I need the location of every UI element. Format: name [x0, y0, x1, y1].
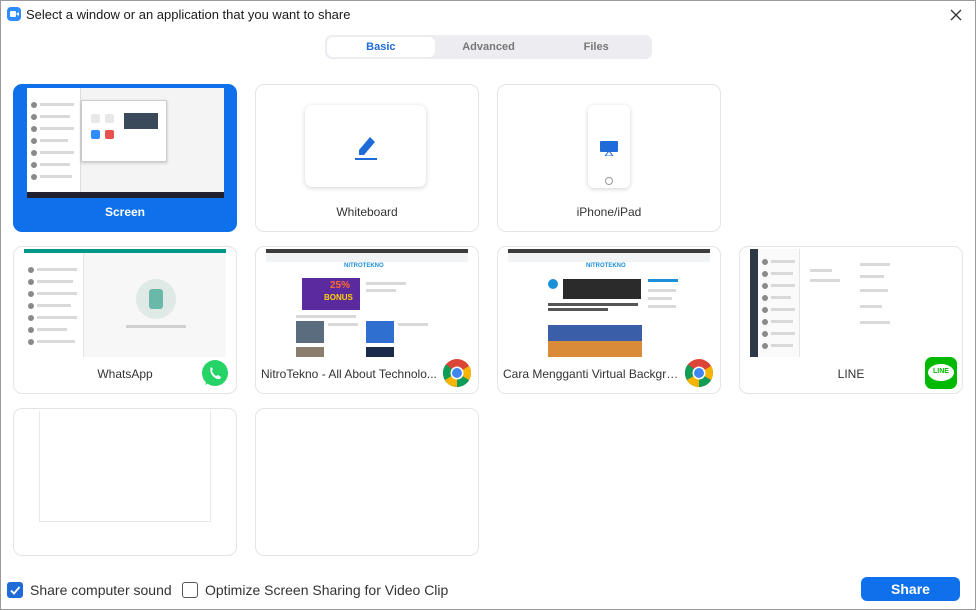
close-button[interactable] [945, 4, 967, 26]
nitrotekno-thumbnail: NITROTEKNO 25% BONUS [266, 249, 468, 357]
share-button[interactable]: Share [861, 577, 960, 601]
nitrotekno-logo: NITROTEKNO [344, 263, 384, 269]
tile-blank-window-1[interactable] [13, 408, 237, 556]
nitrotekno-logo-2: NITROTEKNO [586, 263, 626, 269]
airplay-icon [600, 141, 618, 156]
screen-thumbnail [27, 88, 224, 198]
home-button [605, 177, 613, 185]
phone-preview [588, 105, 630, 188]
tab-files[interactable]: Files [542, 37, 650, 57]
tab-advanced[interactable]: Advanced [435, 37, 543, 57]
title-bar: Select a window or an application that y… [1, 1, 975, 29]
line-icon: LINE [925, 357, 957, 389]
line-icon-text: LINE [933, 368, 949, 375]
whatsapp-icon [202, 360, 228, 386]
share-sound-checkbox[interactable] [7, 582, 23, 598]
window-title: Select a window or an application that y… [26, 7, 351, 22]
whiteboard-preview [305, 105, 426, 187]
virtual-background-thumbnail: NITROTEKNO [508, 249, 710, 357]
tile-whatsapp[interactable]: WhatsApp [13, 246, 237, 394]
tile-blank-window-2[interactable] [255, 408, 479, 556]
line-thumbnail [750, 249, 952, 357]
checkmark-icon [10, 586, 21, 595]
pen-icon [355, 137, 377, 160]
zoom-app-icon [7, 7, 21, 21]
tile-label-iphone-ipad: iPhone/iPad [576, 205, 642, 219]
tab-basic[interactable]: Basic [327, 37, 435, 57]
optimize-video-checkbox[interactable] [182, 582, 198, 598]
bonus-text: BONUS [324, 293, 353, 302]
tile-line[interactable]: LINE LINE [739, 246, 963, 394]
share-screen-dialog: Select a window or an application that y… [0, 0, 976, 610]
tile-screen[interactable]: Screen [13, 84, 237, 232]
tile-iphone-ipad[interactable]: iPhone/iPad [497, 84, 721, 232]
chrome-icon [442, 359, 471, 387]
bonus-percent: 25% [330, 280, 351, 291]
tile-label-virtual-background: Cara Mengganti Virtual Backgrou... [503, 367, 680, 381]
tile-whiteboard[interactable]: Whiteboard [255, 84, 479, 232]
tile-label-whiteboard: Whiteboard [336, 205, 398, 219]
whatsapp-thumbnail [24, 249, 226, 357]
tile-chrome-virtual-background[interactable]: NITROTEKNO Cara Mengganti Virtual Backgr… [497, 246, 721, 394]
blank-window-preview [39, 411, 211, 522]
share-sound-label: Share computer sound [30, 582, 172, 598]
chrome-icon [684, 359, 713, 387]
close-icon [950, 9, 962, 21]
tile-chrome-nitrotekno[interactable]: NITROTEKNO 25% BONUS NitroTekno - All Ab… [255, 246, 479, 394]
tile-label-nitrotekno: NitroTekno - All About Technolo... [261, 367, 437, 381]
share-type-tabs: Basic Advanced Files [325, 35, 652, 59]
tile-label-screen: Screen [104, 205, 146, 219]
optimize-video-label: Optimize Screen Sharing for Video Clip [205, 582, 449, 598]
